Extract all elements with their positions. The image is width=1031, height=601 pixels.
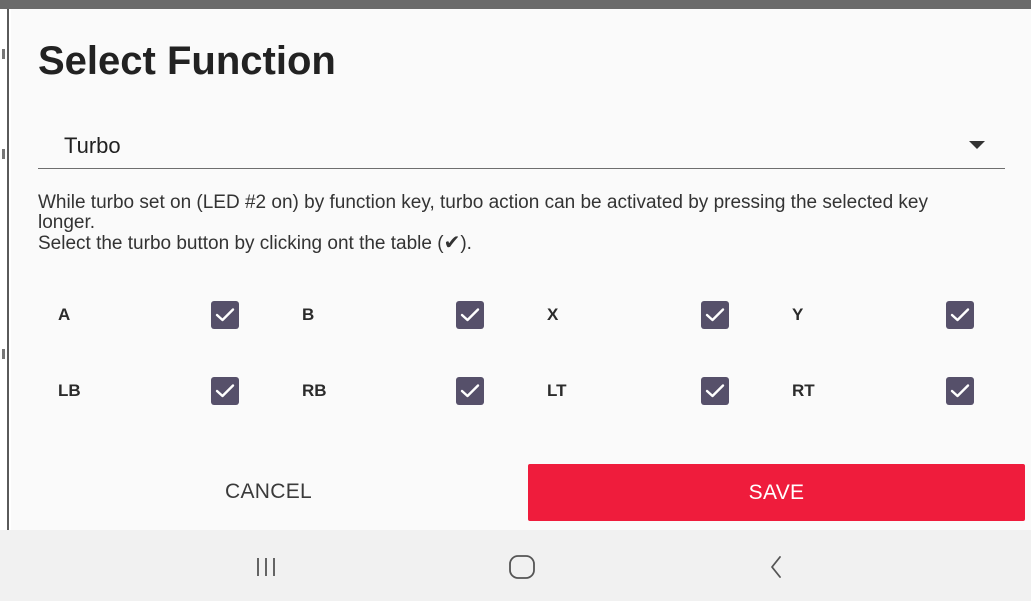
button-label-x: X (547, 305, 559, 324)
check-icon (460, 308, 480, 322)
check-icon (215, 308, 235, 322)
back-button[interactable] (756, 552, 796, 582)
screen: Select Function Turbo While turbo set on… (0, 0, 1031, 601)
button-label-rt: RT (792, 381, 815, 400)
dropdown-caret-icon (969, 141, 985, 149)
check-icon (215, 384, 235, 398)
window-top-edge (0, 0, 1031, 9)
check-icon (950, 308, 970, 322)
checkbox-rt[interactable] (946, 377, 974, 405)
checkbox-b[interactable] (456, 301, 484, 329)
button-label-lt: LT (547, 381, 567, 400)
checkbox-lb[interactable] (211, 377, 239, 405)
function-select-value: Turbo (64, 133, 121, 158)
function-select[interactable]: Turbo (38, 117, 1005, 169)
cancel-button[interactable]: CANCEL (11, 464, 526, 520)
button-label-b: B (302, 305, 315, 324)
select-function-dialog: Select Function Turbo While turbo set on… (11, 9, 1031, 530)
checkbox-a[interactable] (211, 301, 239, 329)
dialog-title: Select Function (38, 39, 336, 83)
window-left-edge (0, 9, 9, 530)
back-icon (771, 556, 781, 578)
button-label-y: Y (792, 305, 804, 324)
description-line-2: Select the turbo button by clicking ont … (38, 232, 472, 254)
recent-apps-button[interactable] (246, 552, 286, 582)
check-icon (950, 384, 970, 398)
description-line-1: While turbo set on (LED #2 on) by functi… (38, 192, 928, 233)
check-icon (705, 384, 725, 398)
android-navigation-bar (0, 530, 1031, 601)
checkbox-x[interactable] (701, 301, 729, 329)
recent-apps-icon (257, 558, 275, 576)
check-icon (460, 384, 480, 398)
checkbox-rb[interactable] (456, 377, 484, 405)
home-icon (509, 555, 535, 579)
checkmark-icon: ✔ (443, 232, 461, 254)
save-button[interactable]: SAVE (528, 464, 1025, 521)
check-icon (705, 308, 725, 322)
button-label-rb: RB (302, 381, 327, 400)
description: While turbo set on (LED #2 on) by functi… (38, 193, 988, 254)
home-button[interactable] (502, 552, 542, 582)
button-label-lb: LB (58, 381, 81, 400)
button-label-a: A (58, 305, 71, 324)
checkbox-y[interactable] (946, 301, 974, 329)
checkbox-lt[interactable] (701, 377, 729, 405)
